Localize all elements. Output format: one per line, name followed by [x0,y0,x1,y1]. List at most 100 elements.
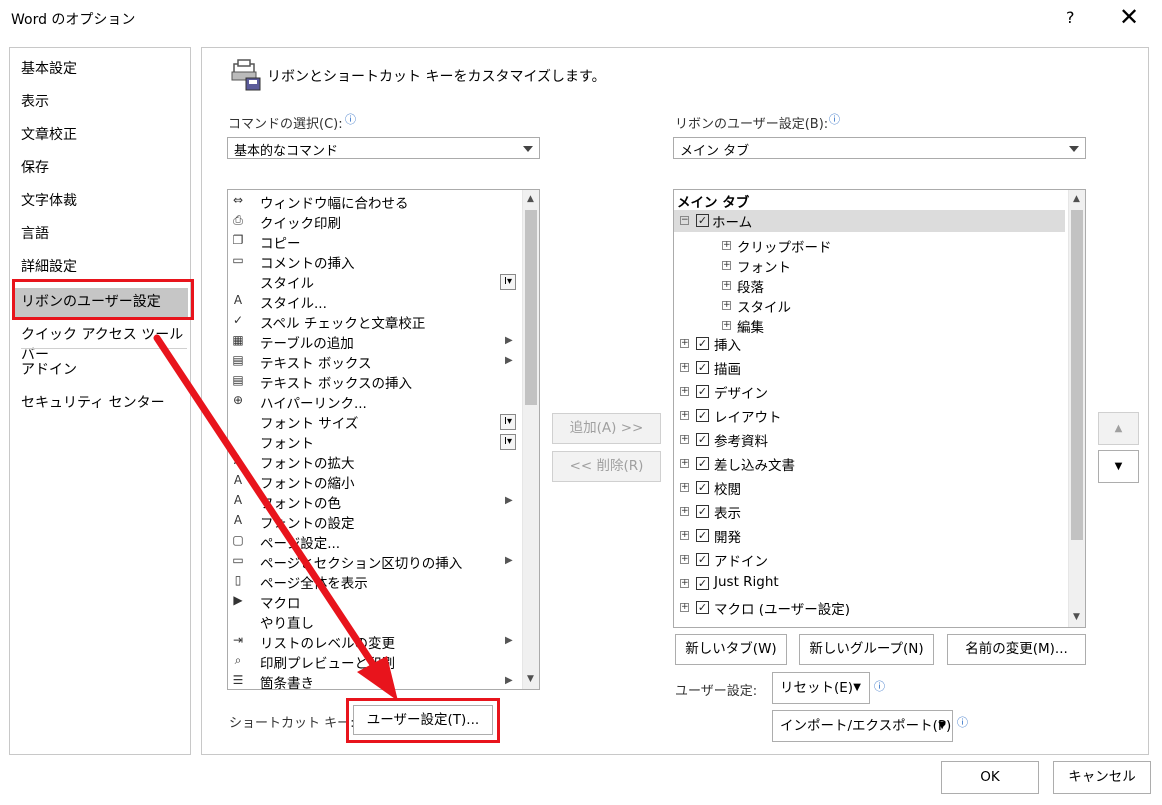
expand-icon[interactable]: + [680,579,689,588]
command-item[interactable]: フォントの拡大 [260,452,355,472]
ok-button[interactable]: OK [941,761,1039,794]
tree-group-item[interactable]: フォント [737,256,791,276]
command-item[interactable]: フォントの色 [260,492,341,512]
checkbox-checked-icon[interactable]: ✓ [696,577,709,590]
checkbox-checked-icon[interactable]: ✓ [696,457,709,470]
tree-tab-item[interactable]: 差し込み文書 [714,454,795,474]
ribbon-select[interactable]: メイン タブ [673,137,1086,159]
command-item[interactable]: スペル チェックと文章校正 [260,312,425,332]
ribbon-tree[interactable]: メイン タブ − ✓ ホーム + クリップボード + フォント + 段落 + スタイル + 編集 … [673,189,1086,628]
command-item[interactable]: スタイル... [260,292,327,312]
tree-group-item[interactable]: クリップボード [737,236,832,256]
checkbox-checked-icon[interactable]: ✓ [696,553,709,566]
nav-item-quick-access-toolbar[interactable]: クイック アクセス ツール バー [21,324,190,364]
move-down-button[interactable]: ▼ [1098,450,1139,483]
add-button[interactable]: 追加(A) >> [552,413,661,444]
command-item[interactable]: フォントの設定 [260,512,355,532]
scroll-up-icon[interactable]: ▲ [527,194,534,204]
help-button[interactable]: ? [1066,8,1075,27]
tree-tab-item[interactable]: Just Right [714,574,779,590]
close-button[interactable]: ✕ [1119,4,1139,30]
nav-item-typography[interactable]: 文字体裁 [21,190,77,210]
nav-item-save[interactable]: 保存 [21,157,49,177]
new-tab-button[interactable]: 新しいタブ(W) [675,634,787,665]
checkbox-checked-icon[interactable]: ✓ [696,529,709,542]
expand-icon[interactable]: + [680,531,689,540]
move-up-button[interactable]: ▲ [1098,412,1139,445]
command-item[interactable]: 印刷プレビューと印刷 [260,652,395,672]
checkbox-checked-icon[interactable]: ✓ [696,337,709,350]
command-item[interactable]: やり直し [260,612,314,632]
command-item[interactable]: コピー [260,232,301,252]
expand-icon[interactable]: + [680,507,689,516]
expand-icon[interactable]: + [680,435,689,444]
command-item[interactable]: マクロ [260,592,301,612]
tree-tab-item[interactable]: レイアウト [714,406,782,426]
command-item[interactable]: フォント サイズ [260,412,358,432]
tree-tab-item[interactable]: 校閲 [714,478,741,498]
tree-tab-item[interactable]: アドイン [714,550,768,570]
tree-group-item[interactable]: スタイル [737,296,791,316]
checkbox-checked-icon[interactable]: ✓ [696,481,709,494]
expand-icon[interactable]: + [680,411,689,420]
checkbox-checked-icon[interactable]: ✓ [696,433,709,446]
checkbox-checked-icon[interactable]: ✓ [696,409,709,422]
scroll-down-icon[interactable]: ▼ [527,674,534,684]
scroll-thumb[interactable] [1071,210,1083,540]
expand-icon[interactable]: + [680,483,689,492]
expand-icon[interactable]: + [680,339,689,348]
nav-item-advanced[interactable]: 詳細設定 [21,256,77,276]
nav-item-basic[interactable]: 基本設定 [21,58,77,78]
command-item[interactable]: コメントの挿入 [260,252,355,272]
commands-select[interactable]: 基本的なコマンド [227,137,540,159]
tree-tab-item[interactable]: 参考資料 [714,430,768,450]
new-group-button[interactable]: 新しいグループ(N) [799,634,934,665]
command-item[interactable]: ページ設定... [260,532,340,552]
scroll-up-icon[interactable]: ▲ [1073,194,1080,204]
checkbox-checked-icon[interactable]: ✓ [696,214,709,227]
command-item[interactable]: テキスト ボックス [260,352,371,372]
command-item[interactable]: ページ全体を表示 [260,572,368,592]
tree-item-home[interactable]: ホーム [712,211,752,231]
expand-icon[interactable]: + [722,301,731,310]
tree-tab-item[interactable]: 挿入 [714,334,741,354]
tree-tab-item[interactable]: 描画 [714,358,741,378]
command-item[interactable]: ハイパーリンク... [260,392,367,412]
scroll-down-icon[interactable]: ▼ [1073,612,1080,622]
nav-item-proofing[interactable]: 文章校正 [21,124,77,144]
nav-item-trust-center[interactable]: セキュリティ センター [21,392,165,412]
collapse-icon[interactable]: − [680,216,689,225]
expand-icon[interactable]: + [680,459,689,468]
tree-tab-item[interactable]: 開発 [714,526,741,546]
ribbon-scrollbar[interactable]: ▲ ▼ [1068,190,1085,627]
commands-scrollbar[interactable]: ▲ ▼ [522,190,539,689]
checkbox-checked-icon[interactable]: ✓ [696,361,709,374]
tree-group-item[interactable]: 編集 [737,316,764,336]
tree-tab-item[interactable]: デザイン [714,382,768,402]
command-item[interactable]: クイック印刷 [260,212,341,232]
remove-button[interactable]: << 削除(R) [552,451,661,482]
cancel-button[interactable]: キャンセル [1053,761,1151,794]
import-export-dropdown[interactable]: インポート/エクスポート(P) ▼ [772,710,953,742]
command-item[interactable]: ウィンドウ幅に合わせる [260,192,409,212]
command-item[interactable]: スタイル [260,272,314,292]
command-item[interactable]: テキスト ボックスの挿入 [260,372,412,392]
expand-icon[interactable]: + [680,603,689,612]
tree-group-item[interactable]: 段落 [737,276,764,296]
reset-dropdown[interactable]: リセット(E) ▼ [772,672,870,704]
command-item[interactable]: テーブルの追加 [260,332,354,352]
command-item[interactable]: フォント [260,432,314,452]
expand-icon[interactable]: + [722,281,731,290]
checkbox-checked-icon[interactable]: ✓ [696,505,709,518]
expand-icon[interactable]: + [680,555,689,564]
tree-tab-item[interactable]: 表示 [714,502,741,522]
nav-item-language[interactable]: 言語 [21,223,49,243]
expand-icon[interactable]: + [722,321,731,330]
command-item[interactable]: フォントの縮小 [260,472,355,492]
nav-item-display[interactable]: 表示 [21,91,49,111]
rename-button[interactable]: 名前の変更(M)... [947,634,1086,665]
scroll-thumb[interactable] [525,210,537,405]
checkbox-checked-icon[interactable]: ✓ [696,385,709,398]
command-item[interactable]: 箇条書き [260,672,314,689]
commands-list[interactable]: ⇔ ウィンドウ幅に合わせる ⎙ クイック印刷 ❐ コピー ▭ コメントの挿入 スタイル A スタイル… [227,189,540,690]
